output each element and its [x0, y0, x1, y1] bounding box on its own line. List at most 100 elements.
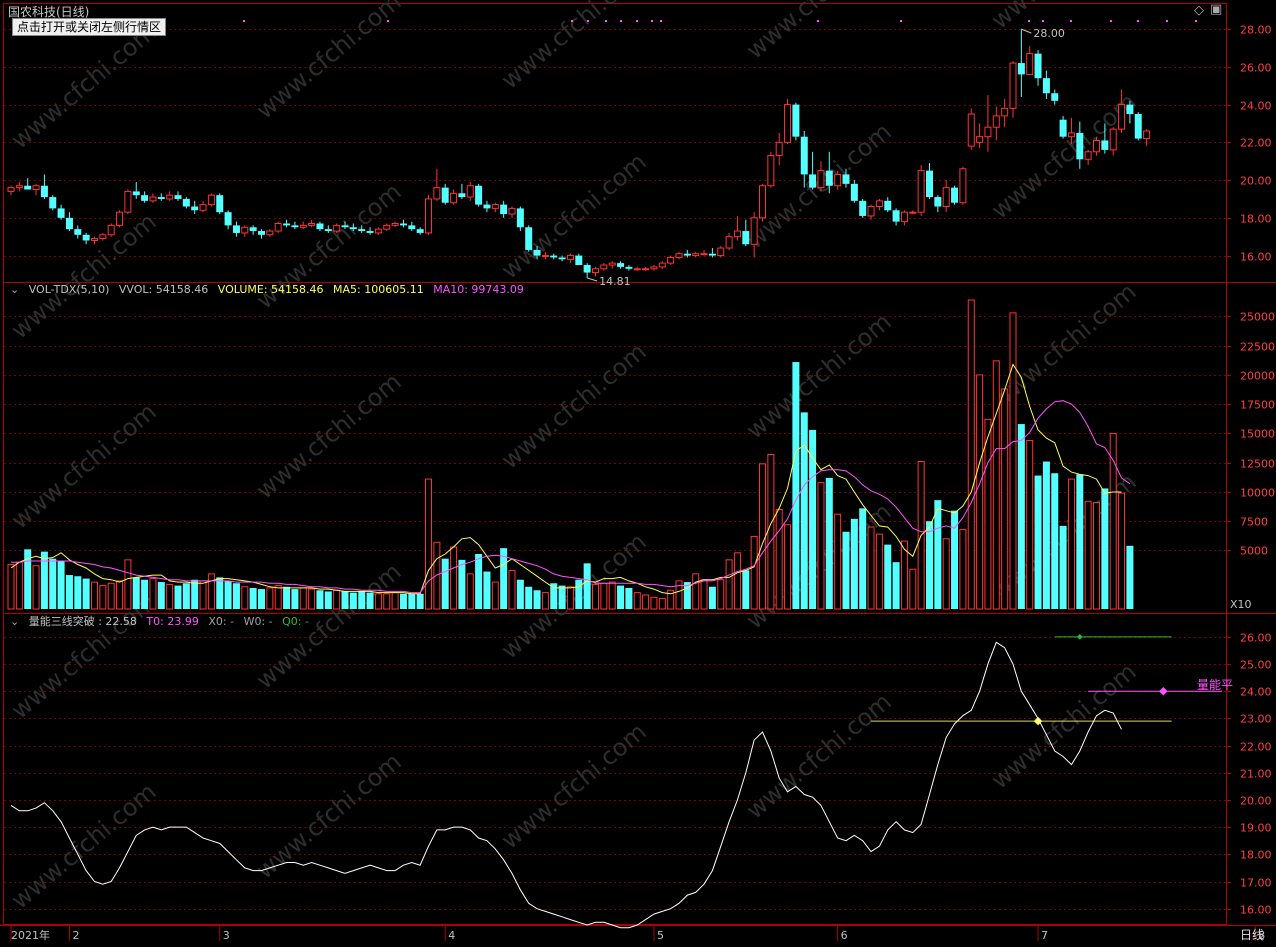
candlestick[interactable]: [934, 195, 942, 213]
volume-bar[interactable]: [1101, 488, 1109, 609]
volume-bar[interactable]: [892, 562, 900, 609]
candlestick[interactable]: [7, 185, 15, 196]
candlestick[interactable]: [333, 223, 341, 233]
candlestick[interactable]: [784, 98, 792, 145]
candlestick[interactable]: [617, 261, 625, 269]
volume-bar[interactable]: [391, 592, 399, 610]
candlestick[interactable]: [224, 210, 232, 230]
candlestick[interactable]: [65, 212, 73, 232]
volume-bar[interactable]: [475, 553, 483, 609]
volume-bar[interactable]: [1126, 545, 1134, 609]
volume-bar[interactable]: [775, 509, 783, 610]
volume-bar[interactable]: [274, 585, 282, 610]
volume-bar[interactable]: [817, 482, 825, 610]
volume-bar[interactable]: [850, 518, 858, 609]
candlestick[interactable]: [274, 221, 282, 233]
volume-bar[interactable]: [516, 579, 524, 609]
candlestick[interactable]: [441, 183, 449, 205]
volume-bar[interactable]: [658, 597, 666, 610]
volume-bar[interactable]: [191, 579, 199, 609]
candlestick[interactable]: [767, 151, 775, 188]
volume-bar[interactable]: [926, 521, 933, 609]
volume-bar[interactable]: [199, 580, 207, 610]
volume-bar[interactable]: [625, 587, 633, 609]
volume-bar[interactable]: [157, 582, 165, 609]
volume-bar[interactable]: [541, 592, 549, 610]
candlestick[interactable]: [992, 106, 1000, 141]
candlestick[interactable]: [775, 132, 783, 165]
candlestick[interactable]: [408, 221, 416, 232]
volume-bar[interactable]: [976, 374, 984, 610]
volume-bar[interactable]: [700, 579, 708, 610]
volume-bar[interactable]: [399, 593, 407, 609]
candlestick[interactable]: [926, 163, 933, 199]
candlestick[interactable]: [875, 198, 883, 211]
volume-bar[interactable]: [116, 580, 124, 610]
volume-bar[interactable]: [508, 569, 516, 610]
candlestick[interactable]: [508, 206, 516, 218]
candlestick[interactable]: [49, 195, 57, 211]
volume-bar[interactable]: [867, 526, 875, 610]
volume-bar[interactable]: [466, 573, 474, 610]
volume-bar[interactable]: [733, 552, 741, 610]
volume-bar[interactable]: [650, 596, 658, 610]
candlestick[interactable]: [867, 204, 875, 220]
volume-bar[interactable]: [967, 299, 975, 610]
candlestick[interactable]: [383, 223, 391, 232]
volume-bar[interactable]: [82, 578, 90, 609]
candlestick[interactable]: [291, 221, 299, 230]
candlestick[interactable]: [675, 251, 683, 260]
candlestick[interactable]: [608, 261, 616, 269]
candlestick[interactable]: [733, 215, 741, 241]
volume-bar[interactable]: [759, 463, 766, 610]
volume-bar[interactable]: [992, 360, 1000, 610]
volume-bar[interactable]: [149, 578, 157, 610]
candlestick[interactable]: [91, 236, 98, 245]
volume-bar[interactable]: [1059, 525, 1067, 609]
volume-bar[interactable]: [1118, 492, 1126, 610]
candlestick[interactable]: [74, 225, 82, 239]
candlestick[interactable]: [241, 225, 249, 237]
volume-bar[interactable]: [533, 590, 541, 609]
volume-bar[interactable]: [232, 583, 240, 609]
volume-bar[interactable]: [383, 593, 391, 610]
volume-bar[interactable]: [182, 583, 190, 609]
candlestick[interactable]: [850, 180, 858, 203]
volume-bar[interactable]: [291, 589, 299, 609]
candlestick[interactable]: [82, 232, 90, 245]
candlestick[interactable]: [258, 229, 265, 239]
volume-bar[interactable]: [32, 565, 40, 610]
volume-bar[interactable]: [450, 546, 458, 610]
volume-bar[interactable]: [349, 592, 357, 609]
candlestick[interactable]: [725, 232, 733, 250]
volume-bar[interactable]: [107, 582, 115, 610]
candlestick[interactable]: [550, 253, 558, 260]
candlestick[interactable]: [1009, 61, 1017, 118]
volume-bar[interactable]: [742, 570, 750, 609]
kline-chart-canvas[interactable]: www.cfchi.com www.cfchi.com www.cfchi.com w…: [0, 0, 1276, 947]
candlestick[interactable]: [374, 227, 382, 235]
volume-bar[interactable]: [166, 583, 174, 610]
candlestick[interactable]: [959, 166, 967, 205]
volume-bar[interactable]: [717, 579, 725, 610]
candlestick[interactable]: [458, 183, 466, 199]
candlestick[interactable]: [667, 255, 675, 266]
candlestick[interactable]: [1109, 127, 1117, 156]
candlestick[interactable]: [182, 197, 190, 209]
candlestick[interactable]: [984, 95, 992, 152]
volume-bar[interactable]: [750, 535, 758, 610]
volume-bar[interactable]: [959, 528, 967, 610]
volume-bar[interactable]: [358, 591, 366, 609]
collapse-chevron-icon[interactable]: ⌄: [10, 283, 19, 296]
candlestick[interactable]: [976, 123, 984, 148]
candlestick[interactable]: [425, 195, 432, 235]
volume-bar[interactable]: [425, 478, 432, 610]
candlestick[interactable]: [124, 189, 132, 215]
volume-bar[interactable]: [333, 589, 341, 610]
volume-bar[interactable]: [458, 559, 466, 609]
candlestick[interactable]: [909, 210, 917, 215]
candlestick[interactable]: [942, 180, 950, 213]
volume-bar[interactable]: [800, 412, 808, 609]
volume-bar[interactable]: [825, 477, 833, 609]
candlestick[interactable]: [391, 221, 399, 228]
